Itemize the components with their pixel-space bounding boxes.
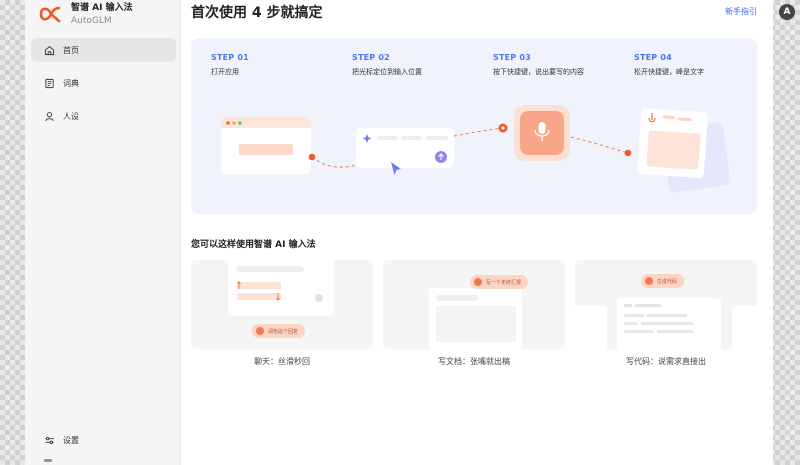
app-window-illustration xyxy=(221,117,311,174)
documents-illustration xyxy=(637,108,731,193)
steps-card: STEP 01 打开应用 STEP 02 把光标定位到输入位置 STEP 03 … xyxy=(191,38,757,214)
sidebar-item-settings[interactable]: 设置 xyxy=(31,428,176,452)
brand-name: 智谱 AI 输入法 xyxy=(71,3,133,13)
sidebar-item-label: 人设 xyxy=(63,111,79,121)
sidebar-item-persona[interactable]: 人设 xyxy=(31,104,176,128)
person-icon xyxy=(45,111,54,121)
sidebar-item-label: 词典 xyxy=(63,78,79,88)
brand-subtitle: AutoGLM xyxy=(71,16,112,26)
example-card-document[interactable]: 写一个年终汇报 xyxy=(383,260,565,349)
sidebar-item-label: 首页 xyxy=(63,45,79,55)
beginner-guide-link[interactable]: 新手指引 xyxy=(725,6,757,17)
home-icon xyxy=(44,45,55,55)
polish-icon xyxy=(256,327,264,335)
microphone-key-illustration xyxy=(514,105,570,161)
steps-illustration xyxy=(221,105,731,193)
settings-label: 设置 xyxy=(63,435,79,445)
document-illustration xyxy=(429,288,522,349)
accessibility-icon[interactable]: A xyxy=(779,4,795,20)
example-card-code[interactable]: 生成代码 xyxy=(575,260,757,349)
example-caption-document: 写文档：张嘴就出稿 xyxy=(438,357,510,366)
app-window: 智谱 AI 输入法 AutoGLM 首页 词典 人设 设置 首次使用 4 步就搞… xyxy=(25,0,773,465)
write-icon xyxy=(474,278,482,286)
code-icon xyxy=(645,277,653,285)
pill-label: 生成代码 xyxy=(657,278,678,285)
sidebar-item-dictionary[interactable]: 词典 xyxy=(31,71,176,95)
main-content: 首次使用 4 步就搞定 新手指引 STEP 01 打开应用 STEP 02 把光… xyxy=(181,0,773,465)
sidebar: 智谱 AI 输入法 AutoGLM 首页 词典 人设 设置 xyxy=(25,0,181,465)
brand-logo-icon xyxy=(39,6,61,23)
code-pill: 生成代码 xyxy=(641,274,685,288)
chat-pill: 润色这个回复 xyxy=(252,324,306,338)
page-title: 首次使用 4 步就搞定 xyxy=(191,5,323,21)
input-box-illustration xyxy=(356,128,454,175)
sidebar-bottom-stub xyxy=(44,459,52,462)
brand: 智谱 AI 输入法 AutoGLM xyxy=(39,2,133,27)
sidebar-item-home[interactable]: 首页 xyxy=(31,38,176,62)
dictionary-icon xyxy=(45,78,54,88)
example-caption-chat: 聊天：丝滑秒回 xyxy=(254,357,310,366)
document-pill: 写一个年终汇报 xyxy=(470,275,529,289)
pill-label: 润色这个回复 xyxy=(268,328,299,335)
pill-label: 写一个年终汇报 xyxy=(486,279,522,286)
example-card-chat[interactable]: 润色这个回复 xyxy=(191,260,373,349)
usage-section-title: 您可以这样使用智谱 AI 输入法 xyxy=(191,240,316,250)
example-caption-code: 写代码：说需求直接出 xyxy=(626,357,706,366)
settings-sliders-icon xyxy=(45,436,54,444)
